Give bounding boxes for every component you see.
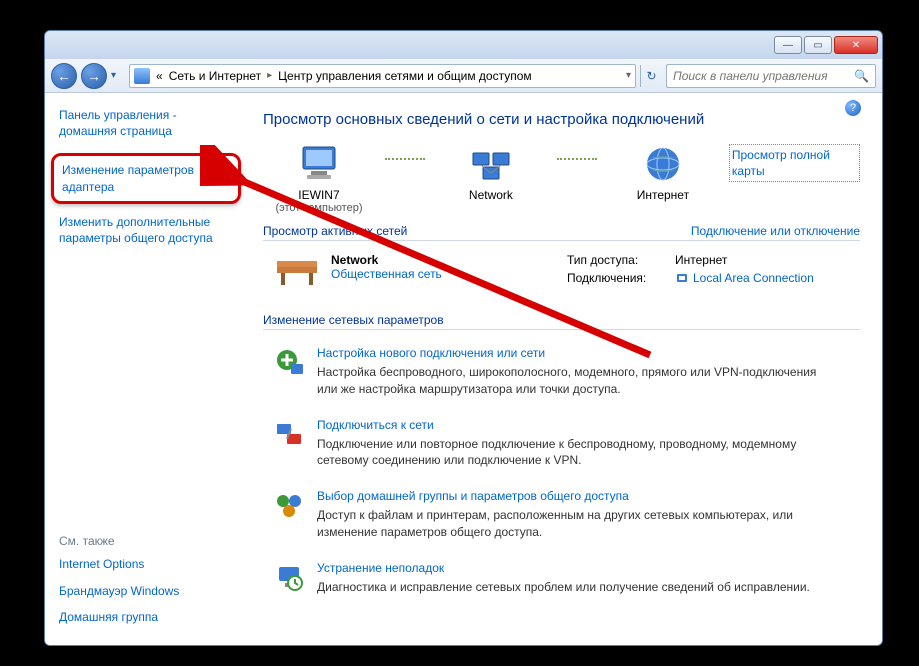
ethernet-icon [675,271,689,285]
connection-name: Local Area Connection [693,271,814,285]
map-computer-node: IEWIN7 (этот компьютер) [263,144,375,214]
setting-troubleshoot-desc: Диагностика и исправление сетевых пробле… [317,579,810,596]
help-icon[interactable]: ? [845,100,861,116]
sidebar-home-link[interactable]: Панель управления - домашняя страница [59,107,235,139]
search-input[interactable] [673,69,848,83]
search-box[interactable]: 🔍 [666,64,876,88]
close-button[interactable]: ✕ [834,36,878,54]
see-also-homegroup[interactable]: Домашняя группа [59,609,235,625]
map-network-node: Network [435,144,547,202]
maximize-button[interactable]: ▭ [804,36,832,54]
view-full-map-link[interactable]: Просмотр полной карты [729,144,860,182]
sidebar-advanced-sharing[interactable]: Изменить дополнительные параметры общего… [59,214,235,246]
globe-icon [639,144,687,184]
setting-connect-network-desc: Подключение или повторное подключение к … [317,436,837,470]
computer-icon [295,144,343,184]
main-content: Просмотр основных сведений о сети и наст… [245,93,882,645]
setting-new-connection-link[interactable]: Настройка нового подключения или сети [317,346,837,360]
see-also-header: См. также [59,534,235,548]
access-type-label: Тип доступа: [567,253,667,267]
addr-dropdown-icon[interactable]: ▾ [626,70,631,81]
setting-connect-network: Подключиться к сети Подключение или повт… [263,410,860,482]
control-panel-window: — ▭ ✕ ← → ▾ « Сеть и Интернет ▸ Центр уп… [44,30,883,646]
forward-button[interactable]: → [81,63,107,89]
setting-troubleshoot: Устранение неполадок Диагностика и испра… [263,553,860,608]
breadcrumb-seg-2[interactable]: Центр управления сетями и общим доступом [278,69,532,83]
see-also-internet-options[interactable]: Internet Options [59,556,235,572]
control-panel-icon [134,68,150,84]
setting-homegroup-link[interactable]: Выбор домашней группы и параметров общег… [317,489,837,503]
highlight-annotation: Изменение параметров адаптера [51,153,241,203]
setting-homegroup: Выбор домашней группы и параметров общег… [263,481,860,553]
setting-troubleshoot-link[interactable]: Устранение неполадок [317,561,810,575]
homegroup-icon [273,489,305,521]
settings-list: Настройка нового подключения или сети На… [263,338,860,608]
map-network-label: Network [435,188,547,202]
setting-new-connection: Настройка нового подключения или сети На… [263,338,860,410]
connection-link[interactable]: Local Area Connection [675,271,814,285]
map-internet-node: Интернет [607,144,719,202]
refresh-button[interactable]: ↻ [640,65,662,87]
window-body: Панель управления - домашняя страница Из… [45,93,882,645]
minimize-button[interactable]: — [774,36,802,54]
address-bar[interactable]: « Сеть и Интернет ▸ Центр управления сет… [129,64,636,88]
map-connection-line-2 [557,158,597,178]
page-title: Просмотр основных сведений о сети и наст… [263,111,860,128]
network-map: IEWIN7 (этот компьютер) Network Интернет [263,144,860,214]
sidebar-adapter-settings[interactable]: Изменение параметров адаптера [62,162,230,194]
back-button[interactable]: ← [51,63,77,89]
navigation-bar: ← → ▾ « Сеть и Интернет ▸ Центр управлен… [45,59,882,93]
change-settings-title: Изменение сетевых параметров [263,313,444,327]
network-name: Network [331,253,442,267]
access-type-value: Интернет [675,253,727,267]
chevron-right-icon[interactable]: ▸ [267,70,272,81]
setting-new-connection-desc: Настройка беспроводного, широкополосного… [317,364,837,398]
active-networks-header: Просмотр активных сетей Подключение или … [263,224,860,241]
troubleshoot-icon [273,561,305,593]
map-computer-sub: (этот компьютер) [263,202,375,214]
map-connection-line [385,158,425,178]
connect-disconnect-link[interactable]: Подключение или отключение [691,224,860,238]
new-connection-icon [273,346,305,378]
setting-homegroup-desc: Доступ к файлам и принтерам, расположенн… [317,507,837,541]
sidebar: Панель управления - домашняя страница Из… [45,93,245,645]
public-network-icon [273,253,321,289]
network-icon [467,144,515,184]
breadcrumb-seg-1[interactable]: Сеть и Интернет [169,69,261,83]
map-computer-label: IEWIN7 [263,188,375,202]
see-also-firewall[interactable]: Брандмауэр Windows [59,583,235,599]
active-networks-title: Просмотр активных сетей [263,224,407,238]
connect-network-icon [273,418,305,450]
map-internet-label: Интернет [607,188,719,202]
connections-label: Подключения: [567,271,667,285]
addr-prefix: « [156,69,163,83]
change-settings-header: Изменение сетевых параметров [263,313,860,330]
titlebar: — ▭ ✕ [45,31,882,59]
network-type-link[interactable]: Общественная сеть [331,267,442,281]
active-network-row: Network Общественная сеть Тип доступа: И… [263,249,860,303]
search-icon[interactable]: 🔍 [854,69,869,83]
history-dropdown[interactable]: ▾ [111,70,125,81]
setting-connect-network-link[interactable]: Подключиться к сети [317,418,837,432]
